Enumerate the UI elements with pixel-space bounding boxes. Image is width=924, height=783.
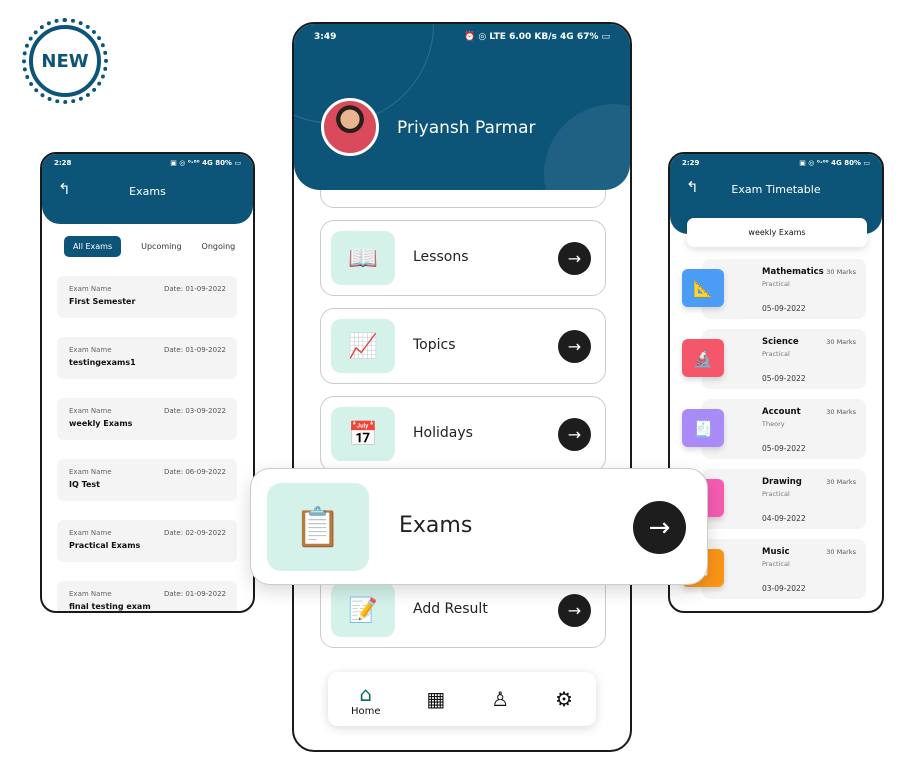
calendar-icon: ▦ bbox=[426, 687, 446, 711]
subject-name: Account bbox=[762, 407, 801, 417]
nav-calendar[interactable]: ▦ bbox=[426, 687, 445, 711]
exam-list-item[interactable]: Exam Name Date: 03-09-2022 weekly Exams bbox=[57, 398, 237, 440]
arrow-right-icon[interactable]: → bbox=[633, 501, 686, 554]
nav-settings[interactable]: ⚙ bbox=[555, 687, 573, 711]
subject-card[interactable]: Mathematics Practical 05-09-2022 30 Mark… bbox=[702, 259, 866, 319]
exam-list-item[interactable]: Exam Name Date: 01-09-2022 final testing… bbox=[57, 581, 237, 611]
exam-list-item[interactable]: Exam Name Date: 06-09-2022 IQ Test bbox=[57, 459, 237, 501]
subject-card[interactable]: Science Practical 05-09-2022 30 Marks bbox=[702, 329, 866, 389]
arrow-right-icon[interactable]: → bbox=[558, 242, 591, 275]
tab-all-exams[interactable]: All Exams bbox=[64, 236, 122, 257]
subject-marks: 30 Marks bbox=[826, 268, 856, 276]
subject-name: Science bbox=[762, 337, 799, 347]
subject-marks: 30 Marks bbox=[826, 478, 856, 486]
exams-label: Exams bbox=[399, 513, 473, 538]
arrow-right-icon[interactable]: → bbox=[558, 330, 591, 363]
exam-selector[interactable]: weekly Exams bbox=[687, 218, 867, 247]
exam-date: Date: 06-09-2022 bbox=[164, 468, 226, 476]
subject-marks: 30 Marks bbox=[826, 408, 856, 416]
arrow-right-icon[interactable]: → bbox=[558, 418, 591, 451]
subject-name: Drawing bbox=[762, 477, 802, 487]
subject-name: Music bbox=[762, 547, 790, 557]
subject-date: 05-09-2022 bbox=[762, 374, 806, 383]
nav-home[interactable]: ⌂ Home bbox=[351, 682, 381, 717]
menu-card-topics[interactable]: 📈 Topics → bbox=[320, 308, 606, 384]
add-result-icon: 📝 bbox=[331, 583, 395, 637]
topics-icon: 📈 bbox=[331, 319, 395, 373]
subject-date: 03-09-2022 bbox=[762, 584, 806, 593]
menu-card-holidays[interactable]: 📅 Holidays → bbox=[320, 396, 606, 472]
tab-upcoming[interactable]: Upcoming bbox=[141, 242, 181, 251]
subject-type: Theory bbox=[762, 420, 785, 428]
exams-phone: 2:28 ▣ ◎ ⁰·⁶⁰ 4G 80% ▭ ↰ Exams All Exams … bbox=[40, 152, 255, 613]
status-icons: ⏰ ◎ LTE 6.00 KB/s 4G 67% ▭ bbox=[464, 32, 610, 42]
avatar[interactable] bbox=[321, 98, 379, 156]
exam-name: final testing exam bbox=[69, 602, 151, 611]
subject-date: 04-09-2022 bbox=[762, 514, 806, 523]
status-icons: ▣ ◎ ⁰·⁶⁰ 4G 80% ▭ bbox=[170, 159, 241, 167]
subject-type: Practical bbox=[762, 490, 790, 498]
subject-name: Mathematics bbox=[762, 267, 824, 277]
exam-list-item[interactable]: Exam Name Date: 01-09-2022 First Semeste… bbox=[57, 276, 237, 318]
subject-icon: 🔬 bbox=[682, 339, 724, 377]
exam-date: Date: 03-09-2022 bbox=[164, 407, 226, 415]
home-phone: 3:49 ⏰ ◎ LTE 6.00 KB/s 4G 67% ▭ Priyansh … bbox=[292, 22, 632, 752]
exam-name: Practical Exams bbox=[69, 541, 141, 550]
menu-label: Lessons bbox=[413, 249, 469, 265]
header: 2:28 ▣ ◎ ⁰·⁶⁰ 4G 80% ▭ ↰ Exams bbox=[42, 154, 253, 224]
exam-date: Date: 01-09-2022 bbox=[164, 285, 226, 293]
new-badge: NEW bbox=[22, 18, 108, 104]
exams-menu-card[interactable]: 📋 Exams → bbox=[250, 468, 708, 585]
page-title: Exams bbox=[129, 185, 166, 198]
exam-name: First Semester bbox=[69, 297, 136, 306]
status-time: 3:49 bbox=[314, 32, 337, 42]
menu-card-lessons[interactable]: 📖 Lessons → bbox=[320, 220, 606, 296]
settings-icon: ⚙ bbox=[555, 687, 574, 711]
subject-date: 05-09-2022 bbox=[762, 444, 806, 453]
badge-label: NEW bbox=[29, 25, 101, 97]
exam-tabs: All Exams Upcoming Ongoing bbox=[64, 236, 253, 257]
menu-label: Add Result bbox=[413, 601, 488, 617]
subject-type: Practical bbox=[762, 560, 790, 568]
status-time: 2:29 bbox=[682, 159, 700, 167]
subject-card[interactable]: Music Practical 03-09-2022 30 Marks bbox=[702, 539, 866, 599]
subject-icon: 📐 bbox=[682, 269, 724, 307]
exam-list-item[interactable]: Exam Name Date: 01-09-2022 testingexams1 bbox=[57, 337, 237, 379]
exam-date: Date: 01-09-2022 bbox=[164, 590, 226, 598]
exam-name: weekly Exams bbox=[69, 419, 133, 428]
bottom-nav: ⌂ Home ▦ ♙ ⚙ bbox=[328, 672, 596, 726]
exam-name: testingexams1 bbox=[69, 358, 136, 367]
subject-type: Practical bbox=[762, 280, 790, 288]
exam-list-item[interactable]: Exam Name Date: 02-09-2022 Practical Exa… bbox=[57, 520, 237, 562]
home-icon: ⌂ bbox=[359, 681, 373, 706]
nav-label: Home bbox=[350, 705, 381, 717]
subject-marks: 30 Marks bbox=[826, 338, 856, 346]
exam-name: IQ Test bbox=[69, 480, 100, 489]
subject-marks: 30 Marks bbox=[826, 548, 856, 556]
tab-ongoing[interactable]: Ongoing bbox=[202, 242, 236, 251]
user-name: Priyansh Parmar bbox=[397, 118, 536, 138]
menu-label: Topics bbox=[413, 337, 456, 353]
subject-card[interactable]: Account Theory 05-09-2022 30 Marks bbox=[702, 399, 866, 459]
subject-card[interactable]: Drawing Practical 04-09-2022 30 Marks bbox=[702, 469, 866, 529]
page-title: Exam Timetable bbox=[731, 183, 821, 196]
exam-date: Date: 01-09-2022 bbox=[164, 346, 226, 354]
nav-profile[interactable]: ♙ bbox=[491, 687, 509, 711]
subject-date: 05-09-2022 bbox=[762, 304, 806, 313]
lessons-icon: 📖 bbox=[331, 231, 395, 285]
exams-icon: 📋 bbox=[267, 483, 369, 571]
holidays-icon: 📅 bbox=[331, 407, 395, 461]
subject-icon: 🧾 bbox=[682, 409, 724, 447]
exam-date: Date: 02-09-2022 bbox=[164, 529, 226, 537]
status-time: 2:28 bbox=[54, 159, 72, 167]
menu-label: Holidays bbox=[413, 425, 473, 441]
profile-icon: ♙ bbox=[491, 687, 510, 711]
arrow-right-icon[interactable]: → bbox=[558, 594, 591, 627]
header: 3:49 ⏰ ◎ LTE 6.00 KB/s 4G 67% ▭ Priyansh … bbox=[294, 24, 630, 190]
status-icons: ▣ ◎ ⁰·⁰⁰ 4G 80% ▭ bbox=[799, 159, 870, 167]
subject-type: Practical bbox=[762, 350, 790, 358]
